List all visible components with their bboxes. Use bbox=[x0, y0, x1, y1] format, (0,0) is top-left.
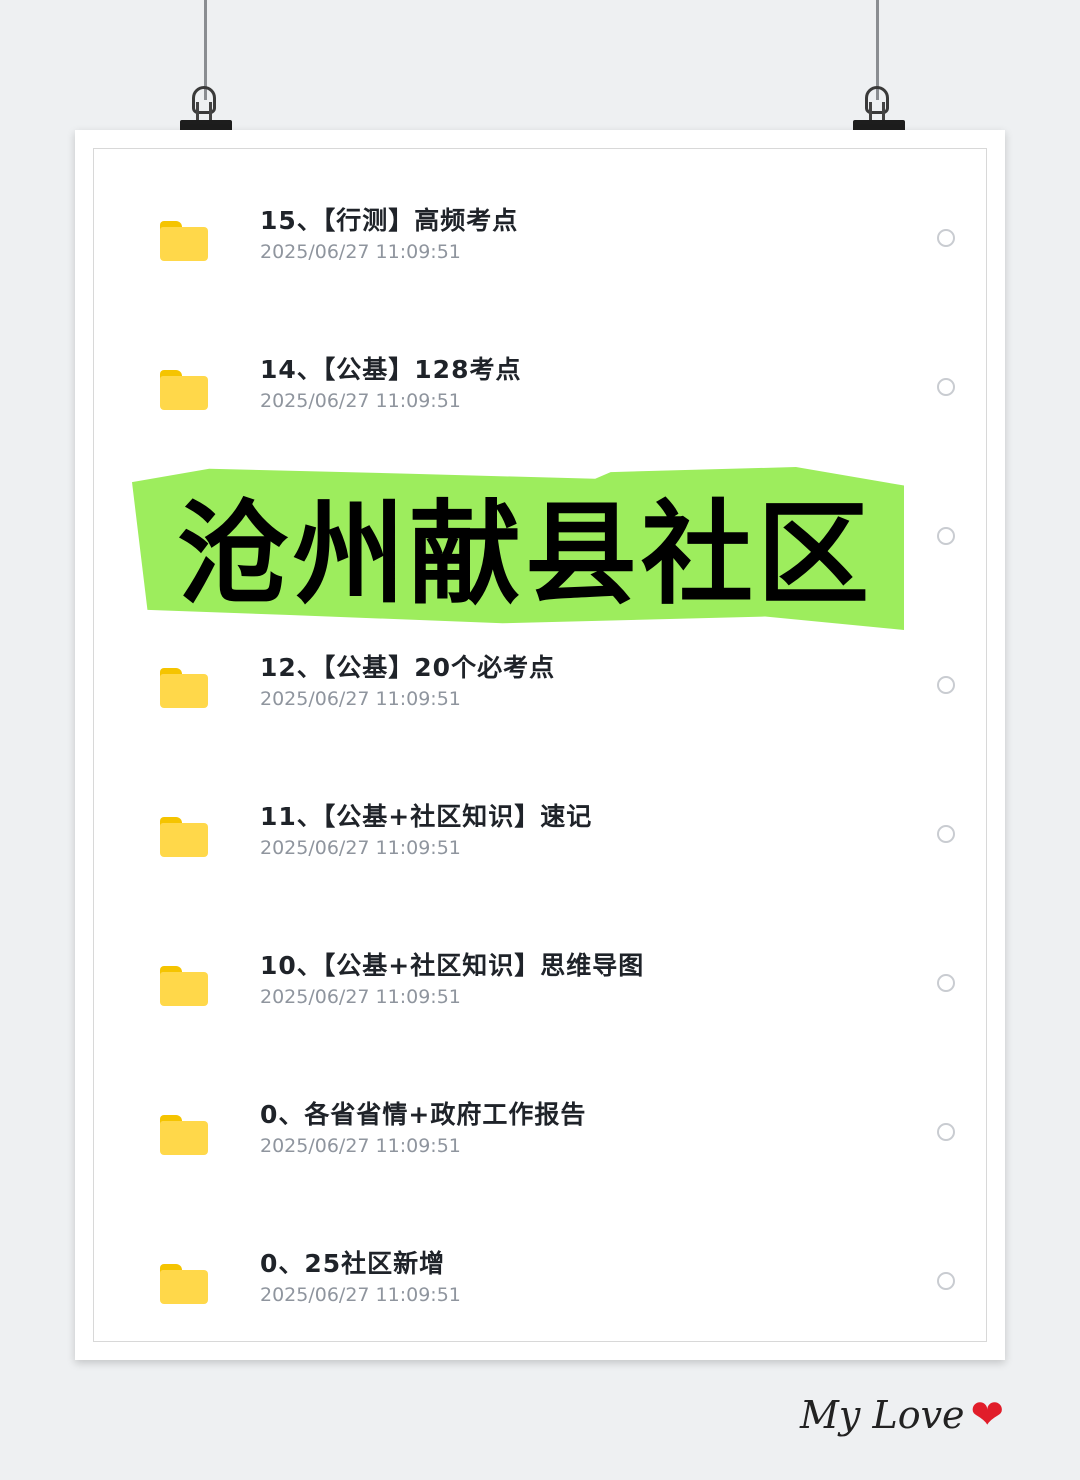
folder-icon bbox=[160, 817, 208, 857]
list-item[interactable]: 15、【行测】高频考点 2025/06/27 11:09:51 bbox=[94, 177, 986, 287]
item-date: 2025/06/27 11:09:51 bbox=[260, 837, 461, 859]
item-title: 15、【行测】高频考点 bbox=[260, 206, 519, 235]
list-item[interactable]: 11、【公基+社区知识】速记 2025/06/27 11:09:51 bbox=[94, 773, 986, 883]
list-item[interactable]: 0、各省省情+政府工作报告 2025/06/27 11:09:51 bbox=[94, 1071, 986, 1181]
item-date: 2025/06/27 11:09:51 bbox=[260, 688, 461, 710]
list-item[interactable]: 10、【公基+社区知识】思维导图 2025/06/27 11:09:51 bbox=[94, 922, 986, 1032]
item-title: 0、各省省情+政府工作报告 bbox=[260, 1100, 587, 1129]
item-title: 14、【公基】128考点 bbox=[260, 355, 522, 384]
list-item[interactable]: 14、【公基】128考点 2025/06/27 11:09:51 bbox=[94, 326, 986, 436]
radio-circle-icon[interactable] bbox=[937, 676, 955, 694]
heart-icon: ❤ bbox=[970, 1392, 1005, 1438]
folder-icon bbox=[160, 221, 208, 261]
folder-icon bbox=[160, 966, 208, 1006]
item-title: 10、【公基+社区知识】思维导图 bbox=[260, 951, 645, 980]
item-title: 0、25社区新增 bbox=[260, 1249, 446, 1278]
signature-text: My Love bbox=[800, 1393, 965, 1437]
folder-icon bbox=[160, 1115, 208, 1155]
list-item[interactable]: 0、25社区新增 2025/06/27 11:09:51 bbox=[94, 1220, 986, 1330]
radio-circle-icon[interactable] bbox=[937, 825, 955, 843]
item-date: 2025/06/27 11:09:51 bbox=[260, 1135, 461, 1157]
radio-circle-icon[interactable] bbox=[937, 1123, 955, 1141]
file-list: 15、【行测】高频考点 2025/06/27 11:09:51 14、【公基】1… bbox=[93, 148, 987, 1342]
radio-circle-icon[interactable] bbox=[937, 378, 955, 396]
item-date: 2025/06/27 11:09:51 bbox=[260, 1284, 461, 1306]
item-title: 11、【公基+社区知识】速记 bbox=[260, 802, 593, 831]
item-title: 12、【公基】20个必考点 bbox=[260, 653, 556, 682]
list-item[interactable]: 12、【公基】20个必考点 2025/06/27 11:09:51 bbox=[94, 624, 986, 734]
folder-icon bbox=[160, 1264, 208, 1304]
radio-circle-icon[interactable] bbox=[937, 527, 955, 545]
folder-icon bbox=[160, 370, 208, 410]
item-date: 2025/06/27 11:09:51 bbox=[260, 986, 461, 1008]
item-date: 2025/06/27 11:09:51 bbox=[260, 241, 461, 263]
radio-circle-icon[interactable] bbox=[937, 974, 955, 992]
item-date: 2025/06/27 11:09:51 bbox=[260, 390, 461, 412]
radio-circle-icon[interactable] bbox=[937, 229, 955, 247]
file-list-card: 15、【行测】高频考点 2025/06/27 11:09:51 14、【公基】1… bbox=[75, 130, 1005, 1360]
radio-circle-icon[interactable] bbox=[937, 1272, 955, 1290]
signature: My Love ❤ bbox=[800, 1392, 1004, 1438]
folder-icon bbox=[160, 668, 208, 708]
title-banner: 沧州献县社区 bbox=[177, 490, 873, 620]
